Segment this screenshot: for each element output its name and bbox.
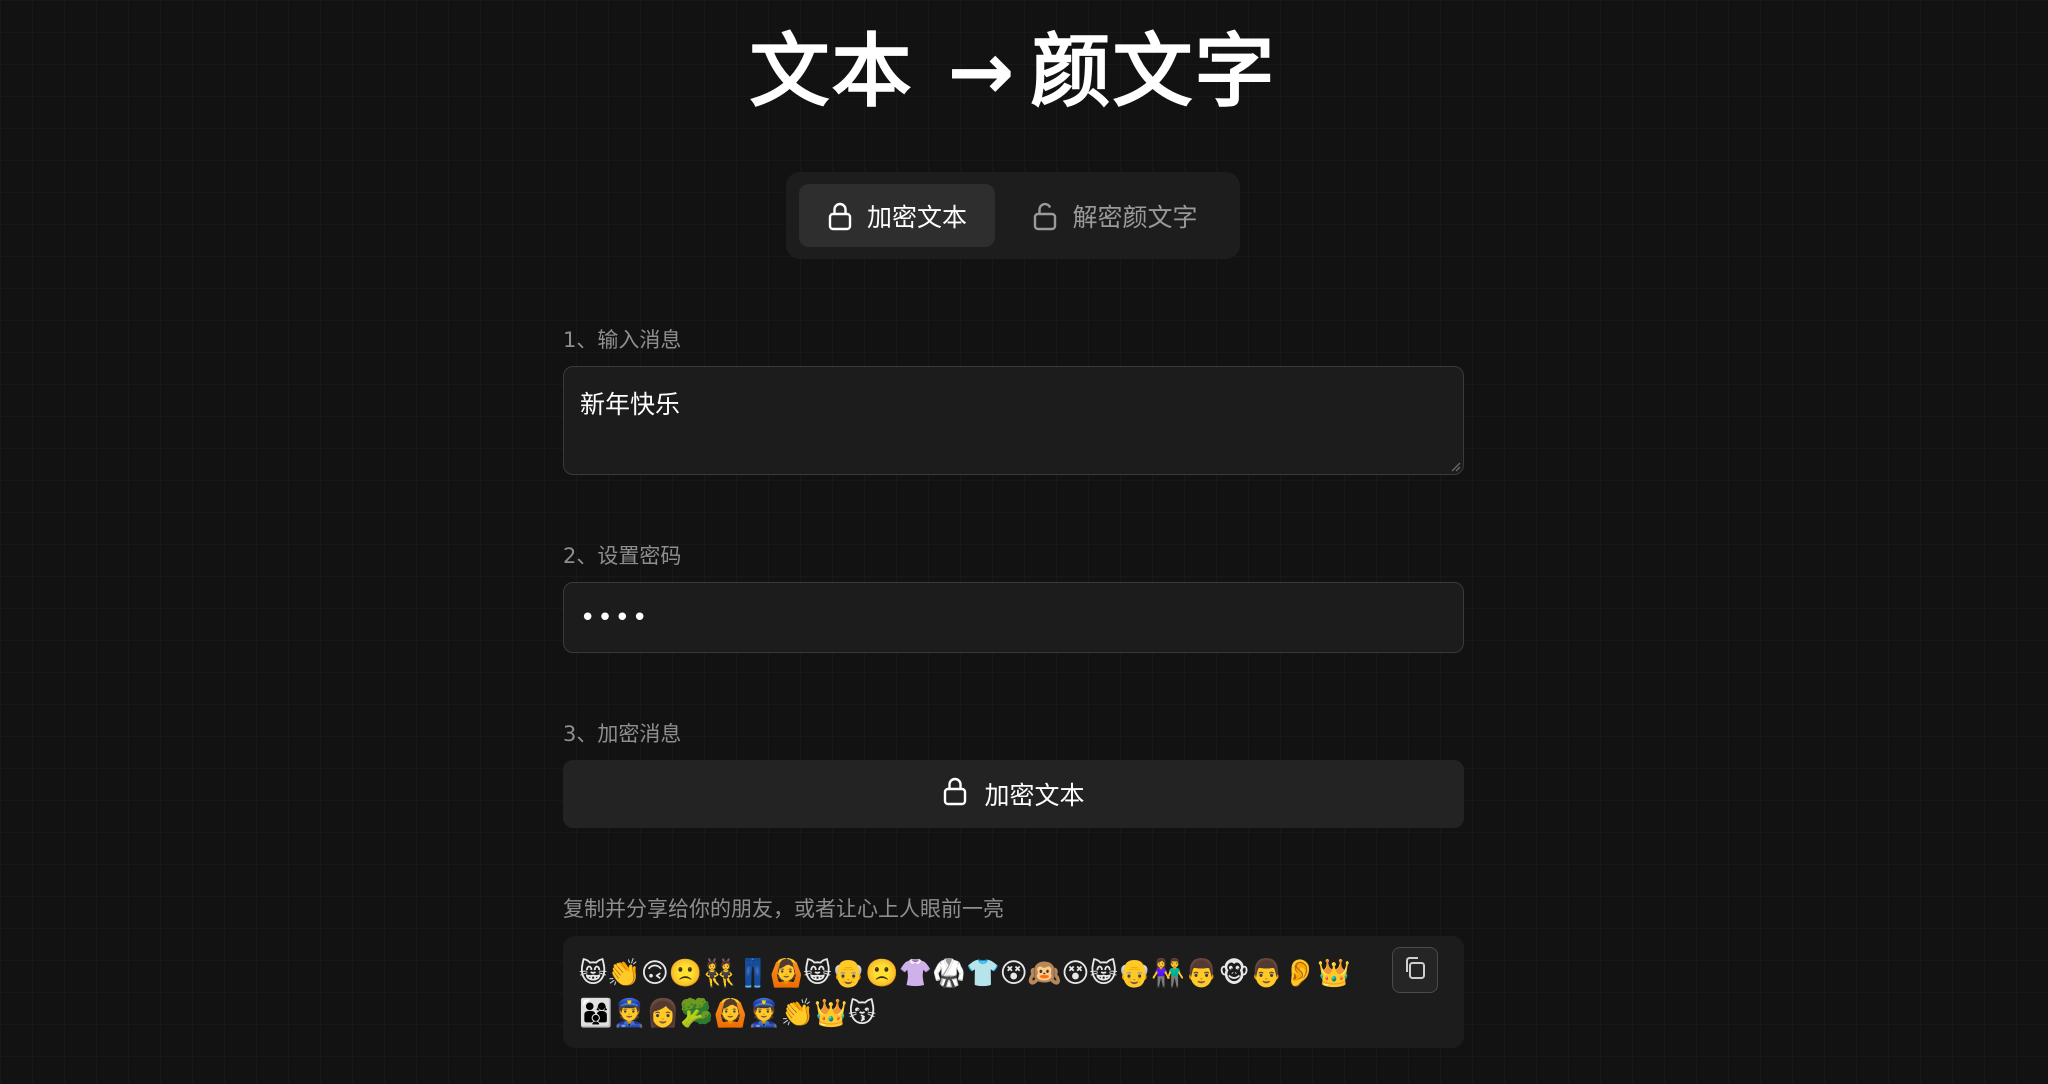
password-input-value: ••••: [580, 602, 650, 633]
resize-grip-icon[interactable]: [1449, 460, 1461, 472]
encrypt-label: 3、加密消息: [563, 722, 682, 746]
tab-decrypt-emoji-label: 解密颜文字: [1072, 202, 1198, 232]
output-label: 复制并分享给你的朋友，或者让心上人眼前一亮: [563, 897, 1004, 921]
message-input-value: 新年快乐: [580, 390, 681, 419]
emoji-output-value: 😸👏🙃🙁👯👖🙆😸👴🙁👚🥋👕😵🙉😵😸👴👫👨🐵👨👂👑👨‍👩‍👦👮👩🥦🙆👮👏👑😽: [579, 958, 1351, 1029]
title-left: 文本: [749, 25, 914, 118]
page-title: 文本 → 颜文字: [0, 22, 2026, 122]
unlock-icon: [1032, 201, 1058, 231]
password-input[interactable]: ••••: [563, 582, 1464, 653]
encrypt-button[interactable]: 加密文本: [563, 760, 1464, 828]
encrypt-button-label: 加密文本: [984, 781, 1085, 810]
message-label: 1、输入消息: [563, 328, 682, 352]
title-arrow: →: [947, 25, 1017, 118]
message-input[interactable]: 新年快乐: [563, 366, 1464, 475]
tab-decrypt-emoji[interactable]: 解密颜文字: [1003, 184, 1227, 247]
copy-button[interactable]: [1392, 947, 1438, 993]
password-label: 2、设置密码: [563, 544, 682, 568]
copy-icon: [1402, 955, 1428, 985]
tab-encrypt-text-label: 加密文本: [866, 202, 967, 232]
emoji-output: 😸👏🙃🙁👯👖🙆😸👴🙁👚🥋👕😵🙉😵😸👴👫👨🐵👨👂👑👨‍👩‍👦👮👩🥦🙆👮👏👑😽: [563, 936, 1464, 1048]
lock-icon: [942, 776, 968, 812]
tab-encrypt-text[interactable]: 加密文本: [799, 184, 995, 247]
lock-icon: [827, 201, 853, 231]
mode-tabs: 加密文本 解密颜文字: [786, 172, 1240, 259]
title-right: 颜文字: [1030, 25, 1277, 118]
